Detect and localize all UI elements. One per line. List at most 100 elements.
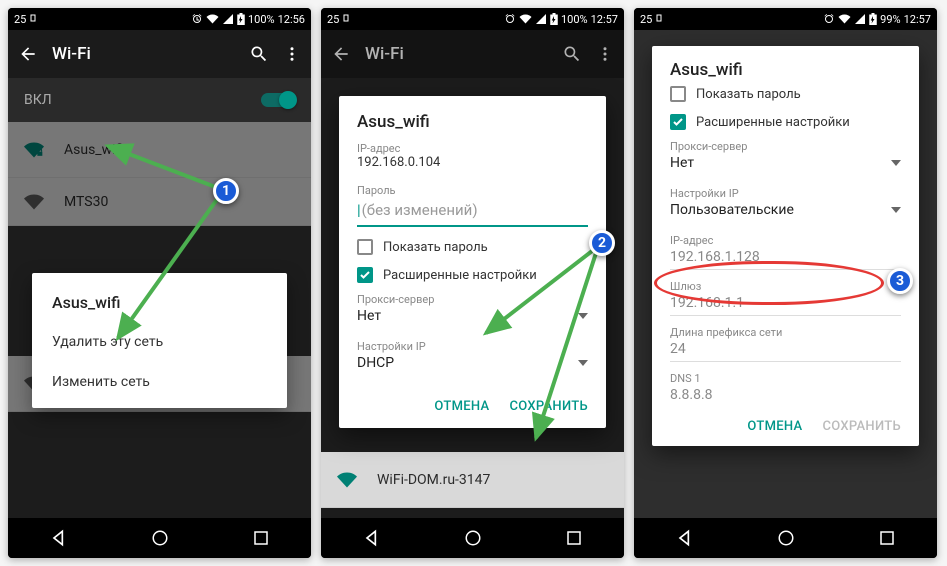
alarm-icon	[823, 13, 835, 25]
proxy-select[interactable]: Нет	[357, 306, 588, 330]
proxy-label: Прокси-сервер	[357, 293, 588, 306]
forget-network-item[interactable]: Удалить эту сеть	[32, 322, 287, 362]
modify-network-dialog: Asus_wifi IP-адрес 192.168.0.104 Пароль …	[339, 96, 606, 428]
nav-back-icon[interactable]	[362, 528, 382, 548]
overflow-icon[interactable]	[596, 44, 614, 64]
overflow-icon[interactable]	[283, 44, 301, 64]
static-ip-input[interactable]: 192.168.1.128	[670, 247, 901, 270]
degree-icon	[30, 14, 36, 24]
show-password-checkbox[interactable]	[357, 239, 373, 255]
wifi-lock-icon	[337, 470, 357, 490]
advanced-options-checkbox[interactable]	[357, 267, 373, 283]
context-menu-title: Asus_wifi	[32, 285, 287, 322]
app-bar: Wi-Fi	[321, 30, 624, 78]
advanced-options-row[interactable]: Расширенные настройки	[670, 114, 901, 130]
degree-icon	[343, 14, 349, 24]
dialog-actions: ОТМЕНА СОХРАНИТЬ	[357, 391, 588, 422]
battery-pct: 100%	[248, 13, 275, 26]
password-label: Пароль	[357, 184, 588, 197]
advanced-options-label: Расширенные настройки	[696, 115, 850, 130]
prefix-label: Длина префикса сети	[670, 326, 901, 339]
clock: 12:57	[591, 13, 618, 26]
network-context-menu: Asus_wifi Удалить эту сеть Изменить сеть	[32, 273, 287, 408]
battery-pct: 99%	[880, 13, 900, 26]
wifi-settings-content: WiFi-DOM.ru-3147 Asus_wifi IP-адрес 192.…	[321, 78, 624, 518]
phone-screenshot-2: 25 100% 12:57 Wi-Fi WiFi-DOM.ru-3147 Asu…	[321, 8, 624, 558]
wifi-toggle-label: ВКЛ	[24, 92, 52, 108]
dns1-input[interactable]: 8.8.8.8	[670, 385, 901, 405]
dialog-title: Asus_wifi	[670, 60, 901, 80]
signal-icon	[222, 13, 234, 25]
battery-charging-icon	[237, 13, 245, 25]
clock: 12:57	[904, 13, 931, 26]
appbar-title: Wi-Fi	[365, 44, 548, 64]
search-icon[interactable]	[249, 44, 269, 64]
annotation-marker-1: 1	[213, 178, 239, 204]
wifi-switch[interactable]	[261, 93, 295, 107]
nav-home-icon[interactable]	[464, 529, 482, 547]
dialog-title: Asus_wifi	[357, 112, 588, 132]
gateway-input[interactable]: 192.168.1.1	[670, 293, 901, 316]
ip-settings-label: Настройки IP	[670, 187, 901, 200]
search-icon[interactable]	[562, 44, 582, 64]
nav-home-icon[interactable]	[151, 529, 169, 547]
back-icon[interactable]	[331, 44, 351, 64]
password-input[interactable]: (без изменений)	[357, 197, 588, 227]
show-password-label: Показать пароль	[383, 240, 488, 255]
show-password-checkbox[interactable]	[670, 86, 686, 102]
battery-charging-icon	[869, 13, 877, 25]
battery-pct: 100%	[561, 13, 588, 26]
advanced-options-checkbox[interactable]	[670, 114, 686, 130]
modify-network-dialog: Asus_wifi Показать пароль Расширенные на…	[652, 46, 919, 446]
modify-network-item[interactable]: Изменить сеть	[32, 362, 287, 402]
annotation-marker-3: 3	[887, 268, 913, 294]
dropdown-icon	[891, 207, 901, 213]
advanced-options-row[interactable]: Расширенные настройки	[357, 267, 588, 283]
dropdown-icon	[578, 313, 588, 319]
proxy-select[interactable]: Нет	[670, 153, 901, 177]
nav-home-icon[interactable]	[777, 529, 795, 547]
nav-back-icon[interactable]	[49, 528, 69, 548]
temperature: 25	[327, 13, 339, 26]
nav-back-icon[interactable]	[675, 528, 695, 548]
nav-recent-icon[interactable]	[878, 529, 896, 547]
advanced-options-label: Расширенные настройки	[383, 268, 537, 283]
annotation-marker-2: 2	[589, 230, 615, 256]
proxy-label: Прокси-сервер	[670, 140, 901, 153]
wifi-ssid: WiFi-DOM.ru-3147	[377, 472, 490, 488]
cancel-button[interactable]: ОТМЕНА	[747, 419, 802, 434]
show-password-row[interactable]: Показать пароль	[357, 239, 588, 255]
status-bar: 25 100% 12:56	[8, 8, 311, 30]
temperature: 25	[14, 13, 26, 26]
wifi-settings-content: ВКЛ Asus_wifi MTS30 RADIUS Asus_wifi Уда…	[8, 78, 311, 518]
show-password-row[interactable]: Показать пароль	[670, 86, 901, 102]
alarm-icon	[191, 13, 203, 25]
ip-settings-select[interactable]: Пользовательские	[670, 200, 901, 224]
nav-recent-icon[interactable]	[252, 529, 270, 547]
cancel-button[interactable]: ОТМЕНА	[434, 399, 489, 414]
navigation-bar	[8, 518, 311, 558]
appbar-title: Wi-Fi	[52, 44, 235, 64]
wifi-icon	[519, 13, 532, 25]
wifi-toggle-row: ВКЛ	[8, 78, 311, 122]
signal-icon	[535, 13, 547, 25]
nav-recent-icon[interactable]	[565, 529, 583, 547]
ip-address-label: IP-адрес	[357, 142, 588, 155]
dropdown-icon	[578, 360, 588, 366]
ip-settings-select[interactable]: DHCP	[357, 353, 588, 377]
back-icon[interactable]	[18, 44, 38, 64]
wifi-network-item[interactable]: WiFi-DOM.ru-3147	[321, 452, 624, 508]
temperature: 25	[640, 13, 652, 26]
save-button[interactable]: СОХРАНИТЬ	[509, 399, 588, 414]
navigation-bar	[634, 518, 937, 558]
dialog-actions: ОТМЕНА СОХРАНИТЬ	[670, 411, 901, 442]
phone-screenshot-3: 25 99% 12:57 Asus_wifi Показать пароль	[634, 8, 937, 558]
degree-icon	[656, 14, 662, 24]
phone-screenshot-1: 25 100% 12:56 Wi-Fi ВКЛ Asus_wifi MTS30	[8, 8, 311, 558]
dns1-label: DNS 1	[670, 372, 901, 385]
ip-address-value: 192.168.0.104	[357, 155, 588, 174]
clock: 12:56	[278, 13, 305, 26]
navigation-bar	[321, 518, 624, 558]
prefix-input[interactable]: 24	[670, 339, 901, 362]
save-button[interactable]: СОХРАНИТЬ	[822, 419, 901, 434]
